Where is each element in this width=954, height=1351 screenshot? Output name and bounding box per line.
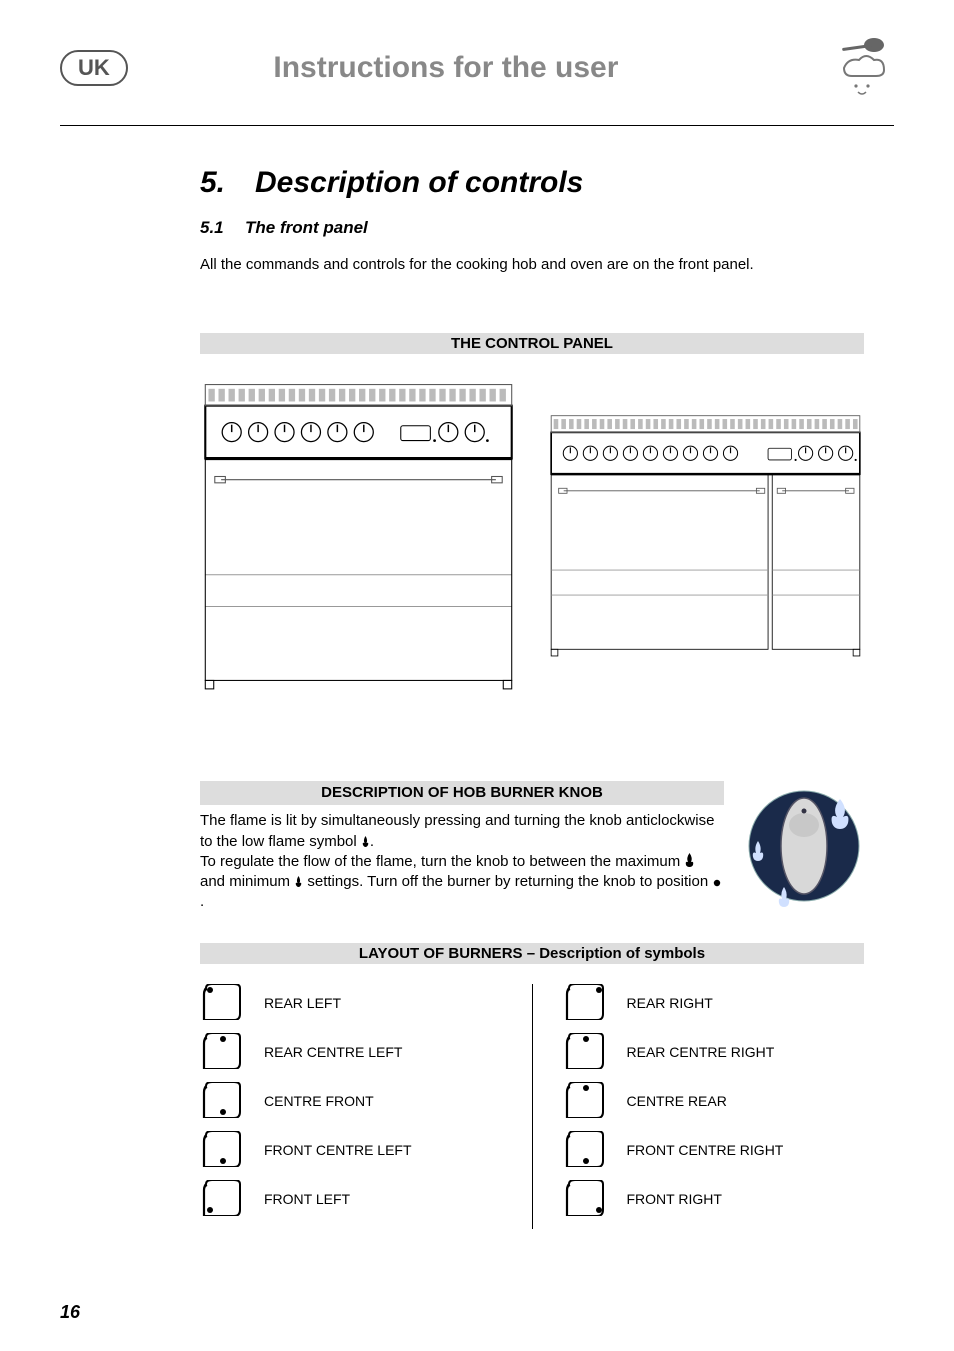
off-dot-icon bbox=[712, 877, 722, 887]
burner-position-icon bbox=[200, 1180, 246, 1219]
burner-label: FRONT CENTRE LEFT bbox=[264, 1142, 412, 1158]
burner-layout-section: LAYOUT OF BURNERS – Description of symbo… bbox=[200, 943, 864, 1229]
flame-small-icon bbox=[294, 875, 303, 887]
burner-position-icon bbox=[563, 1082, 609, 1121]
burner-label: CENTRE REAR bbox=[627, 1093, 727, 1109]
burner-layout-left-col: REAR LEFT REAR CENTRE LEFT CENTRE FRONT FRO… bbox=[200, 984, 533, 1229]
burner-position-icon bbox=[200, 984, 246, 1023]
burner-label: REAR RIGHT bbox=[627, 995, 713, 1011]
burner-label: CENTRE FRONT bbox=[264, 1093, 374, 1109]
burner-layout-bar: LAYOUT OF BURNERS – Description of symbo… bbox=[200, 943, 864, 964]
burner-position-icon bbox=[563, 984, 609, 1023]
burner-row: FRONT LEFT bbox=[200, 1180, 502, 1219]
double-oven-panel-icon bbox=[547, 374, 864, 691]
page-header: UK Instructions for the user bbox=[60, 30, 894, 126]
spoon-chef-icon bbox=[824, 30, 894, 105]
burner-row: REAR CENTRE LEFT bbox=[200, 1033, 502, 1072]
subsection-heading: 5.1 The front panel bbox=[200, 218, 864, 238]
knob-icon bbox=[744, 781, 864, 911]
burner-row: FRONT CENTRE RIGHT bbox=[563, 1131, 865, 1170]
burner-label: FRONT CENTRE RIGHT bbox=[627, 1142, 784, 1158]
intro-text: All the commands and controls for the co… bbox=[200, 256, 864, 273]
burner-label: REAR CENTRE RIGHT bbox=[627, 1044, 775, 1060]
burner-label: FRONT RIGHT bbox=[627, 1191, 722, 1207]
burner-position-icon bbox=[200, 1082, 246, 1121]
burner-layout-right-col: REAR RIGHT REAR CENTRE RIGHT CENTRE REAR FR… bbox=[533, 984, 865, 1229]
hob-knob-text: DESCRIPTION OF HOB BURNER KNOB The flame… bbox=[200, 781, 724, 913]
section-heading: 5. Description of controls bbox=[200, 166, 864, 200]
burner-row: FRONT CENTRE LEFT bbox=[200, 1131, 502, 1170]
burner-position-icon bbox=[200, 1131, 246, 1170]
hob-knob-section: DESCRIPTION OF HOB BURNER KNOB The flame… bbox=[200, 781, 864, 913]
hob-p1: The flame is lit by simultaneously press… bbox=[200, 811, 724, 852]
burner-row: CENTRE REAR bbox=[563, 1082, 865, 1121]
burner-label: FRONT LEFT bbox=[264, 1191, 350, 1207]
burner-row: FRONT RIGHT bbox=[563, 1180, 865, 1219]
subsection-title: The front panel bbox=[245, 218, 368, 238]
control-panel-bar: THE CONTROL PANEL bbox=[200, 333, 864, 354]
single-oven-panel-icon bbox=[200, 374, 517, 691]
burner-row: REAR RIGHT bbox=[563, 984, 865, 1023]
burner-label: REAR LEFT bbox=[264, 995, 341, 1011]
burner-position-icon bbox=[563, 1033, 609, 1072]
hob-knob-bar: DESCRIPTION OF HOB BURNER KNOB bbox=[200, 781, 724, 805]
burner-row: REAR CENTRE RIGHT bbox=[563, 1033, 865, 1072]
flame-large-icon bbox=[684, 853, 695, 867]
burner-label: REAR CENTRE LEFT bbox=[264, 1044, 402, 1060]
burner-position-icon bbox=[200, 1033, 246, 1072]
hob-p2: To regulate the flow of the flame, turn … bbox=[200, 852, 724, 913]
flame-small-icon bbox=[361, 835, 370, 847]
section-title: Description of controls bbox=[255, 166, 583, 200]
burner-position-icon bbox=[563, 1180, 609, 1219]
subsection-number: 5.1 bbox=[200, 218, 245, 238]
header-title: Instructions for the user bbox=[68, 51, 824, 85]
burner-row: REAR LEFT bbox=[200, 984, 502, 1023]
content-area: 5. Description of controls 5.1 The front… bbox=[60, 166, 894, 1229]
burner-row: CENTRE FRONT bbox=[200, 1082, 502, 1121]
page-number: 16 bbox=[60, 1302, 80, 1323]
control-panel-diagrams bbox=[200, 374, 864, 691]
burner-position-icon bbox=[563, 1131, 609, 1170]
section-number: 5. bbox=[200, 166, 255, 200]
